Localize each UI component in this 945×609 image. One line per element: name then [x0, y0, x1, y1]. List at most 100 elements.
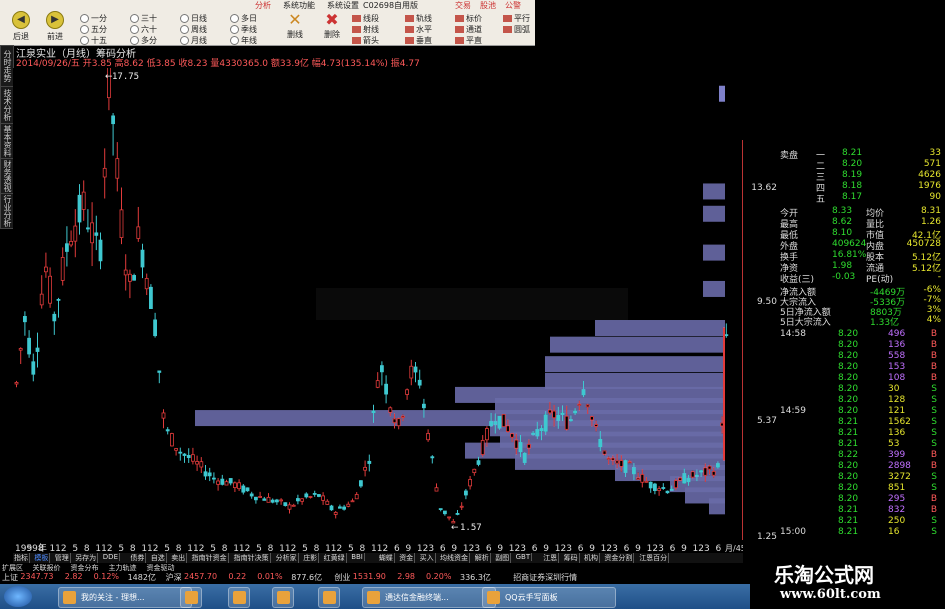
draw-parallel-tool[interactable]: 平行 [503, 13, 530, 24]
period-year[interactable]: 年线 [230, 35, 257, 46]
indicator-tab[interactable]: 资金分割 [603, 553, 635, 563]
period-1min[interactable]: 一分 [80, 13, 107, 24]
period-week[interactable]: 周线 [180, 24, 207, 35]
indicator-tab[interactable]: 副图 [494, 553, 512, 563]
x-tick-label: 3 [474, 544, 480, 553]
draw-arc-tool[interactable]: 圆弧 [503, 24, 530, 35]
x-tick-label: 11 [233, 544, 244, 553]
down-candle [337, 506, 342, 509]
buy-level-2: 二 8.20 571 [816, 159, 941, 172]
indicator-tab[interactable]: 债券 [129, 553, 147, 563]
taskbar-app-icon[interactable] [180, 587, 202, 608]
draw-ray-tool[interactable]: 射线 [352, 24, 379, 35]
delete-all-button[interactable]: ✖ 删除 [315, 11, 349, 43]
tab-industry[interactable]: 行业分析 [0, 193, 14, 229]
indicator-tab[interactable]: DDE [102, 553, 120, 561]
period-multiday[interactable]: 多日 [230, 13, 257, 24]
indicator-tab[interactable]: 江恩百分 [638, 553, 670, 563]
indicator-tab[interactable]: 机构 [583, 553, 600, 563]
menu-system-functions[interactable]: 系统功能 [283, 0, 315, 11]
down-candle [132, 275, 136, 281]
up-candle [611, 457, 615, 461]
back-button[interactable]: ◀ 后退 [4, 11, 38, 43]
period-month[interactable]: 月线 [180, 35, 207, 46]
x-tick-label: 5 [210, 544, 216, 553]
up-candle [644, 480, 649, 483]
draw-channel-tool[interactable]: 通道 [455, 24, 482, 35]
up-candle [484, 428, 489, 441]
period-5min[interactable]: 五分 [80, 24, 107, 35]
tab-technical[interactable]: 技术分析 [0, 86, 14, 124]
draw-flat-tool[interactable]: 平直 [455, 35, 482, 46]
period-60min[interactable]: 六十 [130, 24, 157, 35]
up-candle [690, 471, 695, 478]
indicator-tab[interactable]: 指南针资金 [191, 553, 229, 563]
draw-price-tool[interactable]: 标价 [455, 13, 482, 24]
draw-segment-tool[interactable]: 线段 [352, 13, 379, 24]
indicator-tab[interactable]: 均线资金 [439, 553, 470, 563]
down-candle [111, 115, 115, 125]
indicator-tab[interactable]: 分析家 [275, 553, 299, 563]
draw-track-tool[interactable]: 轨线 [405, 13, 432, 24]
indicator-tab[interactable]: 庄影 [302, 553, 320, 563]
candlestick-chart[interactable]: 17.75 ← ← 1.57 [13, 68, 742, 540]
indicator-tab[interactable]: 另存为 [74, 553, 99, 563]
x-tick-label: 9 [635, 544, 641, 553]
up-candle [627, 461, 632, 464]
tick-cell: 558 [888, 351, 906, 361]
chip-bar [703, 280, 725, 297]
stat-cell: 8.33 [832, 206, 853, 216]
period-quarter[interactable]: 季线 [230, 24, 257, 35]
indicator-tab[interactable]: GBT [515, 553, 533, 561]
menu-trade[interactable]: 交易 [455, 0, 471, 11]
menu-custom-edition[interactable]: C02698自用版 [363, 0, 418, 11]
indicator-tab[interactable]: 管理 [54, 553, 71, 563]
indicator-tab-bar: 指标 模板 管理 另存为 DDE 债券 自选 卖出 指南针资金 指南针决策 分析家 庄影 红黄绿 BBI 蝴… [13, 553, 743, 563]
period-day[interactable]: 日线 [180, 13, 207, 24]
indicator-tab[interactable]: 筹码 [563, 553, 580, 563]
menu-stock-pool[interactable]: 股池 [480, 0, 496, 11]
ticker-cell: 2457.70 [184, 572, 218, 581]
indicator-tab[interactable]: 模板 [33, 553, 51, 563]
taskbar-app-icon[interactable] [318, 587, 340, 608]
x-tick-label: 9 [681, 544, 687, 553]
start-button[interactable] [4, 586, 32, 607]
tick-row: 8.21 136 S [780, 428, 943, 439]
indicator-tab[interactable]: 解析 [474, 553, 491, 563]
menu-analysis[interactable]: 分析 [255, 0, 271, 11]
down-candle [262, 498, 267, 501]
stat-row: 最低 8.10 市值 42.1亿 [780, 228, 943, 241]
menu-system-settings[interactable]: 系统设置 [327, 0, 359, 11]
indicator-tab[interactable]: 蝴蝶 [378, 553, 395, 563]
indicator-tab[interactable]: BBI [350, 553, 365, 561]
x-tick-label: 6 [578, 544, 584, 553]
taskbar-task[interactable]: 我的关注 - 理想... [58, 587, 192, 608]
taskbar-task[interactable]: 通达信金融终端... [362, 587, 496, 608]
tab-fundamentals[interactable]: 基本资料 [0, 123, 14, 159]
indicator-tab[interactable]: 资金 [398, 553, 416, 563]
forward-button[interactable]: ▶ 前进 [38, 11, 72, 43]
period-30min[interactable]: 三十 [130, 13, 157, 24]
taskbar-app-icon[interactable] [272, 587, 294, 608]
tab-intraday[interactable]: 分时走势 [0, 45, 14, 87]
tick-cell: 8.20 [838, 329, 859, 339]
indicator-tab[interactable]: 指标 [13, 553, 30, 563]
up-candle [615, 460, 619, 464]
delete-drawing-button[interactable]: ✕ 删线 [278, 11, 312, 43]
taskbar-task[interactable]: QQ云手写面板 [482, 587, 616, 608]
taskbar-app-icon[interactable] [228, 587, 250, 608]
menu-alert[interactable]: 公警 [505, 0, 521, 11]
indicator-tab[interactable]: 卖出 [170, 553, 188, 563]
draw-vertical-tool[interactable]: 垂直 [405, 35, 432, 46]
down-candle [35, 347, 40, 352]
x-tick-label: 2 [245, 544, 251, 553]
draw-horizontal-tool[interactable]: 水平 [405, 24, 432, 35]
indicator-tab[interactable]: 自选 [150, 553, 167, 563]
indicator-tab[interactable]: 江恩 [542, 553, 560, 563]
draw-arrow-tool[interactable]: 箭头 [352, 35, 379, 46]
indicator-tab[interactable]: 红黄绿 [323, 553, 347, 563]
x-tick-label: 6 [394, 544, 400, 553]
tab-financials[interactable]: 财务透视 [0, 158, 14, 194]
indicator-tab[interactable]: 买入 [419, 553, 436, 563]
indicator-tab[interactable]: 指南针决策 [233, 553, 271, 563]
